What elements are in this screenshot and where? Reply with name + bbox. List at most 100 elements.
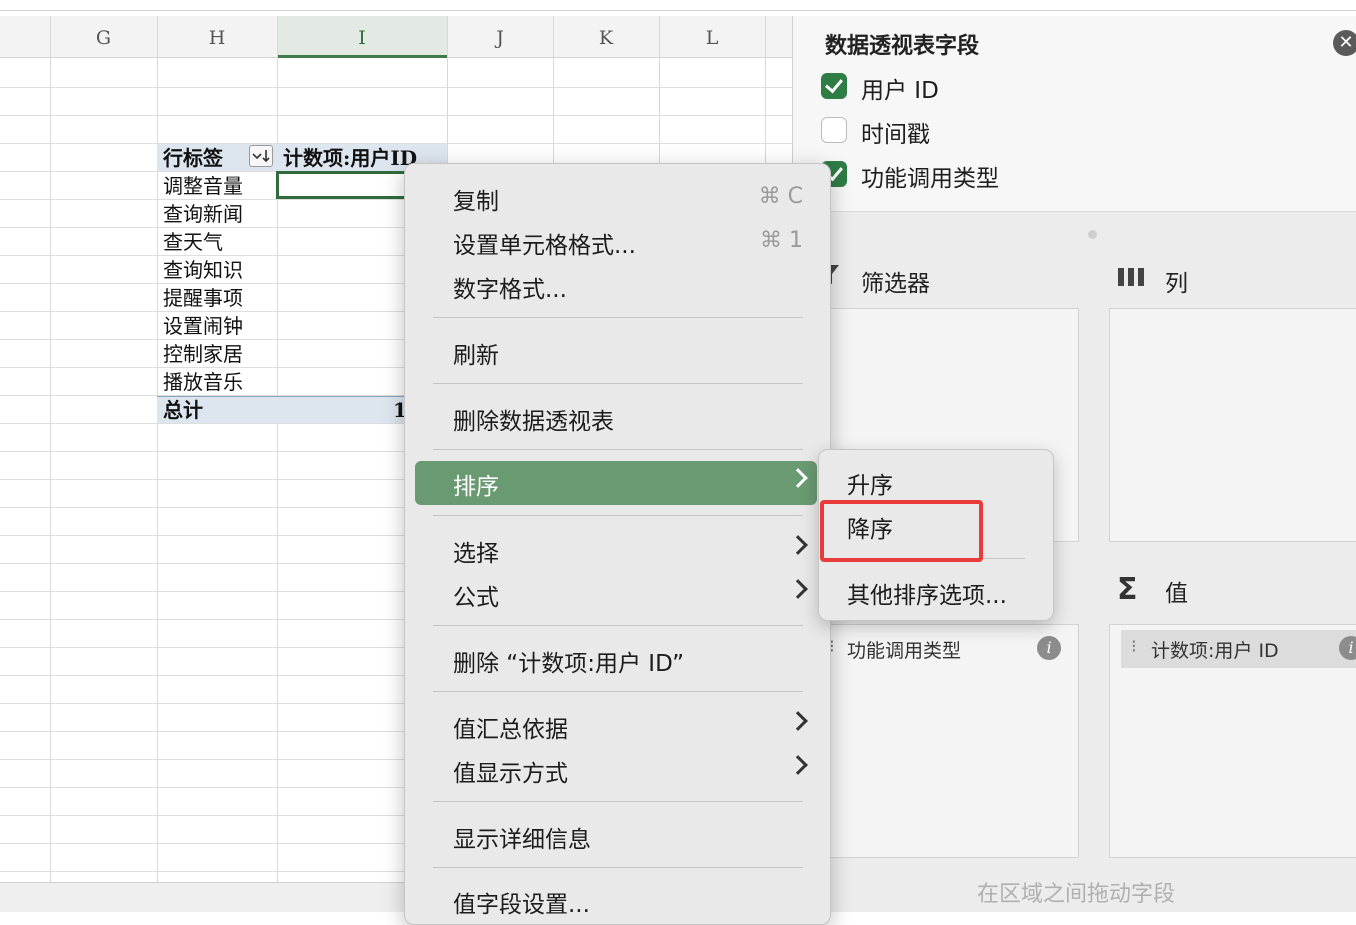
column-header-k[interactable]: K bbox=[553, 16, 659, 58]
pivot-row-item[interactable]: 查询新闻 bbox=[163, 201, 243, 227]
menu-item-label: 删除 “计数项:用户 ID” bbox=[453, 651, 685, 677]
menu-item-label: 刷新 bbox=[453, 343, 499, 369]
menu-item-value-field-settings[interactable]: 值字段设置... bbox=[415, 879, 817, 923]
menu-item-label: 排序 bbox=[453, 474, 499, 500]
close-panel-button[interactable]: ✕ bbox=[1333, 30, 1356, 56]
filters-area-title: 筛选器 bbox=[861, 271, 930, 297]
menu-item-formulas[interactable]: 公式 bbox=[415, 572, 817, 616]
info-icon[interactable]: i bbox=[1037, 636, 1061, 660]
column-label: L bbox=[705, 27, 719, 49]
pivot-filter-button[interactable] bbox=[249, 145, 273, 167]
column-label: I bbox=[358, 27, 366, 49]
menu-separator bbox=[433, 515, 803, 516]
column-header-f[interactable]: F bbox=[0, 16, 50, 58]
field-label: 用户 ID bbox=[861, 78, 939, 104]
field-item-function-type[interactable]: 功能调用类型 bbox=[821, 159, 1121, 192]
drag-handle-icon[interactable]: ⁝ bbox=[1131, 636, 1137, 657]
menu-item-number-format[interactable]: 数字格式... bbox=[415, 264, 817, 308]
column-header-j[interactable]: J bbox=[447, 16, 553, 58]
column-header-g[interactable]: G bbox=[50, 16, 157, 58]
pivot-row-item[interactable]: 查天气 bbox=[163, 229, 223, 255]
menu-item-sort[interactable]: 排序 bbox=[415, 461, 817, 505]
menu-shortcut: ⌘ C bbox=[758, 184, 803, 209]
rows-field-chip[interactable]: 功能调用类型 bbox=[847, 636, 961, 663]
chevron-right-icon bbox=[788, 468, 808, 488]
splitter-handle[interactable] bbox=[1088, 230, 1097, 239]
column-header-i[interactable]: I bbox=[277, 16, 447, 58]
menu-item-label: 选择 bbox=[453, 541, 499, 567]
menu-item-refresh[interactable]: 刷新 bbox=[415, 330, 817, 374]
menu-item-select[interactable]: 选择 bbox=[415, 528, 817, 572]
menu-shortcut: ⌘ 1 bbox=[760, 228, 803, 253]
menu-item-label: 值汇总依据 bbox=[453, 717, 568, 743]
pivot-row-item[interactable]: 查询知识 bbox=[163, 257, 243, 283]
submenu-item-more-sort-options[interactable]: 其他排序选项... bbox=[827, 572, 1045, 612]
sigma-icon: Σ bbox=[1117, 572, 1138, 607]
menu-item-delete-pivot[interactable]: 删除数据透视表 bbox=[415, 396, 817, 440]
grid-line bbox=[50, 16, 51, 882]
column-header-h[interactable]: H bbox=[157, 16, 277, 58]
menu-item-show-details[interactable]: 显示详细信息 bbox=[415, 814, 817, 858]
chevron-right-icon bbox=[788, 579, 808, 599]
column-label: G bbox=[95, 27, 112, 49]
columns-drop-zone[interactable] bbox=[1109, 308, 1356, 542]
chevron-right-icon bbox=[788, 535, 808, 555]
menu-separator bbox=[433, 867, 803, 868]
pivot-value-header[interactable]: 计数项:用户ID bbox=[283, 145, 417, 171]
grid-line bbox=[0, 87, 792, 88]
highlight-annotation-box bbox=[820, 500, 983, 562]
panel-title: 数据透视表字段 bbox=[825, 34, 980, 59]
menu-item-copy[interactable]: 复制 ⌘ C bbox=[415, 176, 817, 220]
menu-item-label: 显示详细信息 bbox=[453, 827, 591, 853]
menu-item-show-values-as[interactable]: 值显示方式 bbox=[415, 748, 817, 792]
close-icon: ✕ bbox=[1338, 32, 1354, 53]
window-top-border bbox=[0, 10, 1356, 11]
context-menu: 复制 ⌘ C 设置单元格格式... ⌘ 1 数字格式... 刷新 删除数据透视表… bbox=[404, 163, 831, 925]
menu-separator bbox=[433, 691, 803, 692]
pivot-row-item[interactable]: 控制家居 bbox=[163, 341, 243, 367]
pivot-row-item[interactable]: 提醒事项 bbox=[163, 285, 243, 311]
menu-separator bbox=[433, 317, 803, 318]
column-header-m[interactable] bbox=[765, 16, 792, 58]
menu-item-label: 复制 bbox=[453, 189, 499, 215]
pivot-row-label-header[interactable]: 行标签 bbox=[163, 145, 223, 171]
active-cell-selection[interactable] bbox=[276, 171, 408, 199]
sort-filter-icon bbox=[252, 150, 270, 163]
pivot-total-label[interactable]: 总计 bbox=[163, 397, 203, 423]
menu-item-summarize-by[interactable]: 值汇总依据 bbox=[415, 704, 817, 748]
drag-fields-hint: 在区域之间拖动字段 bbox=[977, 882, 1176, 907]
checkbox-unchecked[interactable] bbox=[821, 117, 847, 143]
menu-item-label: 值显示方式 bbox=[453, 761, 568, 787]
submenu-item-label: 升序 bbox=[847, 473, 893, 499]
menu-item-format-cells[interactable]: 设置单元格格式... ⌘ 1 bbox=[415, 220, 817, 264]
field-label: 时间戳 bbox=[861, 122, 930, 148]
menu-separator bbox=[433, 625, 803, 626]
columns-area-title: 列 bbox=[1165, 271, 1188, 297]
column-label: J bbox=[496, 27, 504, 49]
column-label: K bbox=[598, 27, 614, 49]
menu-separator bbox=[433, 449, 803, 450]
field-label: 功能调用类型 bbox=[861, 166, 999, 192]
field-list-section: 数据透视表字段 ✕ 用户 ID 时间戳 功能调用类型 bbox=[793, 16, 1356, 212]
pivot-row-item[interactable]: 设置闹钟 bbox=[163, 313, 243, 339]
checkbox-checked[interactable] bbox=[821, 73, 847, 99]
field-item-user-id[interactable]: 用户 ID bbox=[821, 71, 1121, 104]
values-field-chip[interactable]: 计数项:用户 ID bbox=[1151, 636, 1279, 663]
chevron-right-icon bbox=[788, 711, 808, 731]
pivot-row-item[interactable]: 播放音乐 bbox=[163, 369, 243, 395]
menu-item-label: 公式 bbox=[453, 585, 499, 611]
menu-separator bbox=[433, 801, 803, 802]
submenu-item-ascending[interactable]: 升序 bbox=[827, 462, 1045, 502]
values-area-title: 值 bbox=[1165, 581, 1188, 607]
grid-line bbox=[0, 115, 792, 116]
column-header-l[interactable]: L bbox=[659, 16, 765, 58]
menu-item-remove-field[interactable]: 删除 “计数项:用户 ID” bbox=[415, 638, 817, 682]
menu-item-label: 删除数据透视表 bbox=[453, 409, 614, 435]
menu-item-label: 设置单元格格式... bbox=[453, 233, 636, 259]
columns-icon bbox=[1117, 266, 1145, 294]
field-item-timestamp[interactable]: 时间戳 bbox=[821, 115, 1121, 148]
menu-item-label: 值字段设置... bbox=[453, 892, 590, 918]
pivot-row-item[interactable]: 调整音量 bbox=[163, 173, 243, 199]
info-icon[interactable]: i bbox=[1339, 636, 1356, 660]
menu-separator bbox=[433, 383, 803, 384]
